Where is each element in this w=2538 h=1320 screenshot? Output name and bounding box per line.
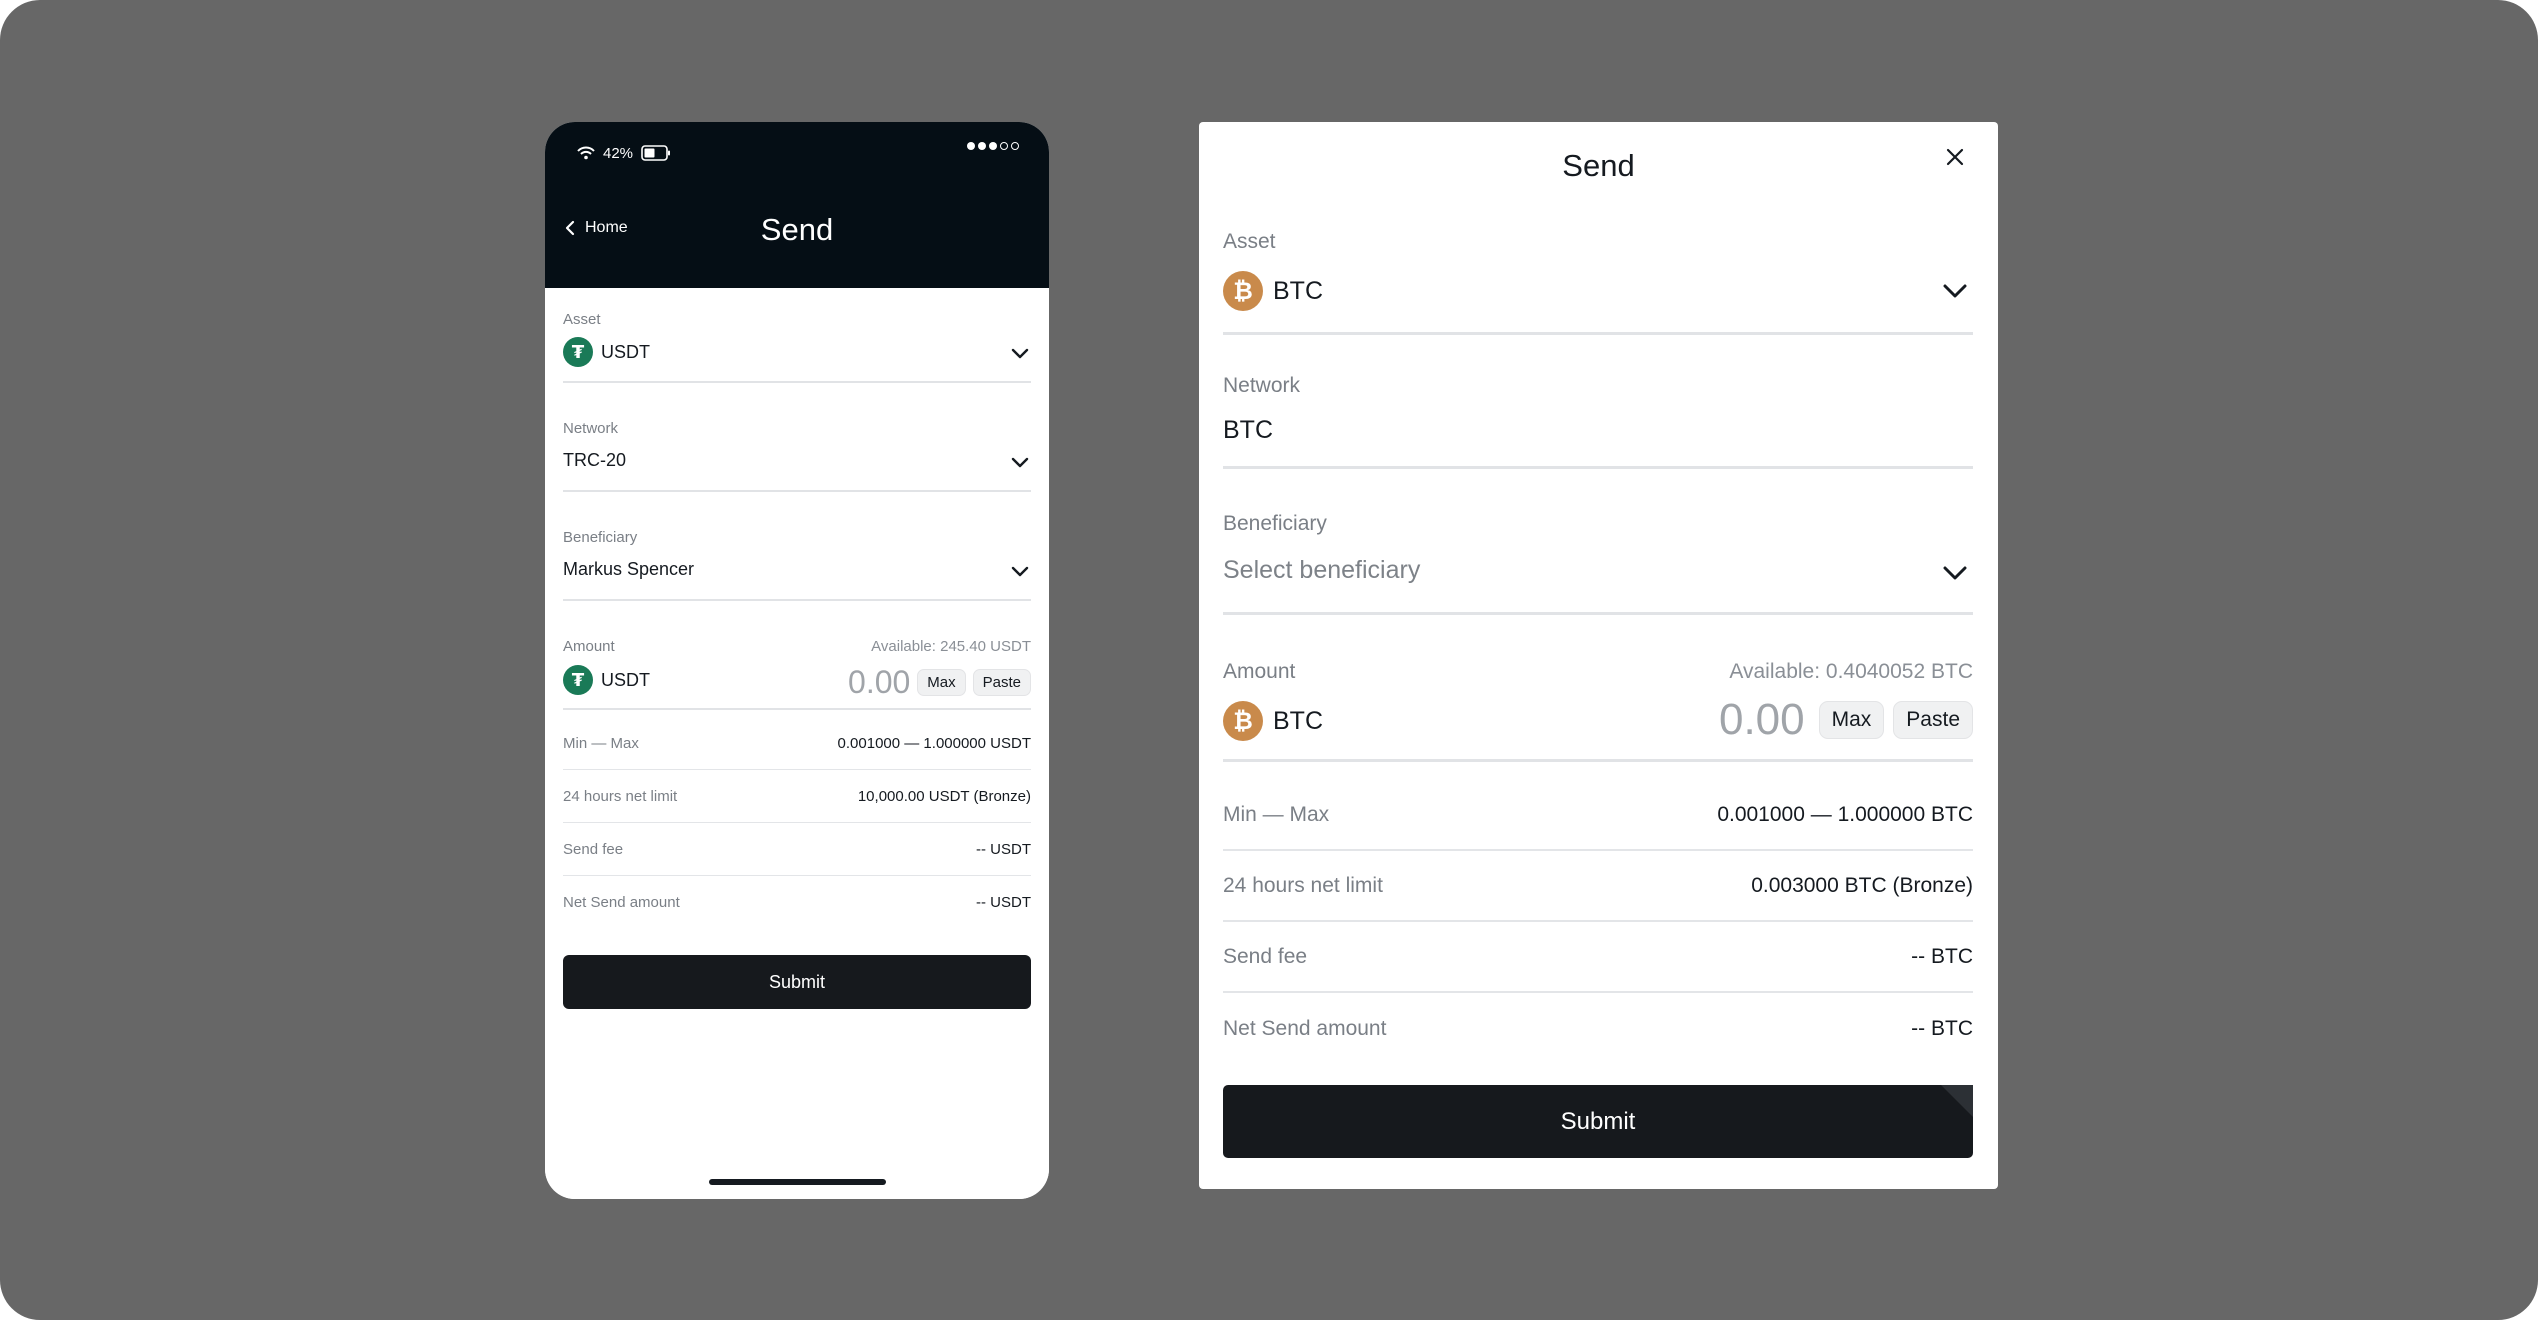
beneficiary-select[interactable]: Beneficiary Select beneficiary	[1223, 508, 1973, 615]
beneficiary-select[interactable]: Beneficiary Markus Spencer	[563, 523, 1031, 601]
paste-button[interactable]: Paste	[972, 669, 1031, 696]
amount-input-group: 0.00 Max Paste	[848, 664, 1031, 701]
chevron-down-icon	[1943, 566, 1967, 580]
btc-coin-icon: ₿	[1223, 271, 1263, 311]
paste-button[interactable]: Paste	[1893, 701, 1973, 739]
detail-key: Min — Max	[1223, 802, 1330, 826]
detail-value: -- BTC	[1911, 1016, 1973, 1040]
max-button[interactable]: Max	[917, 669, 966, 696]
status-bar: 42%	[577, 140, 671, 166]
beneficiary-label: Beneficiary	[563, 529, 638, 546]
corner-fold	[1941, 1085, 1973, 1117]
amount-field: Amount Available: 0.4040052 BTC ₿ BTC 0.…	[1223, 656, 1973, 762]
usdt-coin-icon: ₮	[563, 665, 593, 695]
close-button[interactable]	[1940, 142, 1970, 172]
asset-value: ₿ BTC	[1223, 271, 1323, 311]
usdt-coin-icon: ₮	[563, 337, 593, 367]
detail-row-net-send: Net Send amount -- BTC	[1223, 993, 1973, 1064]
chevron-down-icon	[1011, 457, 1029, 468]
submit-label: Submit	[1560, 1107, 1636, 1135]
detail-key: 24 hours net limit	[563, 787, 678, 805]
network-field: Network BTC	[1223, 370, 1973, 469]
available-balance: Available: 0.4040052 BTC	[1729, 660, 1973, 683]
signal-dots-icon	[967, 142, 1019, 150]
asset-label: Asset	[1223, 230, 1276, 253]
asset-name: USDT	[601, 341, 650, 362]
detail-key: Net Send amount	[1223, 1016, 1387, 1040]
submit-button[interactable]: Submit	[563, 955, 1031, 1009]
mobile-header: 42% Home Send	[545, 122, 1049, 288]
asset-name: BTC	[1273, 276, 1323, 305]
chevron-down-icon	[1943, 284, 1967, 298]
network-label: Network	[563, 420, 619, 437]
submit-button[interactable]: Submit	[1223, 1085, 1973, 1158]
battery-icon	[641, 145, 671, 161]
page-title: Send	[760, 212, 834, 247]
detail-row-net-limit: 24 hours net limit 0.003000 BTC (Bronze)	[1223, 851, 1973, 922]
network-value: BTC	[1223, 416, 1273, 444]
detail-value: -- USDT	[976, 894, 1031, 911]
network-select[interactable]: Network TRC-20	[563, 414, 1031, 492]
amount-label: Amount	[1223, 660, 1296, 683]
max-button[interactable]: Max	[1818, 701, 1885, 739]
amount-input[interactable]: 0.00	[848, 664, 910, 701]
amount-currency: ₿ BTC	[1223, 701, 1323, 741]
detail-row-send-fee: Send fee -- USDT	[563, 823, 1031, 876]
chevron-down-icon	[1011, 566, 1029, 577]
detail-value: 0.003000 BTC (Bronze)	[1751, 873, 1973, 897]
detail-key: 24 hours net limit	[1223, 873, 1383, 897]
close-icon	[1946, 148, 1964, 166]
detail-row-send-fee: Send fee -- BTC	[1223, 922, 1973, 993]
btc-coin-icon: ₿	[1223, 701, 1263, 741]
dialog-title: Send	[1562, 148, 1635, 183]
amount-label: Amount	[563, 638, 615, 655]
send-dialog: Send Asset ₿ BTC Network BTC Beneficiary…	[1199, 122, 1998, 1189]
amount-input-group: 0.00 Max Paste	[1719, 695, 1973, 745]
beneficiary-label: Beneficiary	[1223, 512, 1327, 535]
detail-value: 10,000.00 USDT (Bronze)	[857, 787, 1031, 805]
battery-percent: 42%	[603, 144, 634, 162]
beneficiary-value: Markus Spencer	[563, 559, 695, 579]
detail-key: Send fee	[1223, 944, 1308, 968]
amount-currency: ₮ USDT	[563, 665, 650, 695]
detail-value: 0.001000 — 1.000000 BTC	[1717, 802, 1973, 826]
asset-select[interactable]: Asset ₮ USDT	[563, 305, 1031, 383]
beneficiary-placeholder: Select beneficiary	[1223, 556, 1421, 584]
detail-row-min-max: Min — Max 0.001000 — 1.000000 USDT	[563, 717, 1031, 770]
asset-value: ₮ USDT	[563, 337, 650, 367]
detail-value: -- USDT	[976, 840, 1031, 858]
detail-key: Min — Max	[563, 734, 639, 752]
network-label: Network	[1223, 374, 1301, 397]
chevron-down-icon	[1011, 348, 1029, 359]
detail-row-net-limit: 24 hours net limit 10,000.00 USDT (Bronz…	[563, 770, 1031, 823]
detail-value: 0.001000 — 1.000000 USDT	[837, 734, 1031, 752]
available-balance: Available: 245.40 USDT	[871, 638, 1031, 655]
detail-key: Send fee	[563, 840, 624, 858]
detail-row-min-max: Min — Max 0.001000 — 1.000000 BTC	[1223, 780, 1973, 851]
asset-label: Asset	[563, 311, 601, 328]
amount-field: Amount Available: 245.40 USDT ₮ USDT 0.0…	[563, 632, 1031, 710]
amount-input[interactable]: 0.00	[1719, 695, 1805, 745]
detail-value: -- BTC	[1911, 944, 1973, 968]
home-indicator	[709, 1179, 886, 1185]
mobile-form-body: Asset ₮ USDT Network TRC-20 Beneficiary …	[545, 288, 1049, 1199]
wifi-icon	[577, 146, 595, 160]
asset-select[interactable]: Asset ₿ BTC	[1223, 226, 1973, 335]
detail-key: Net Send amount	[563, 894, 680, 911]
amount-currency-name: USDT	[601, 669, 650, 690]
amount-currency-name: BTC	[1273, 706, 1323, 735]
network-value: TRC-20	[563, 450, 627, 470]
detail-row-net-send: Net Send amount -- USDT	[563, 876, 1031, 929]
